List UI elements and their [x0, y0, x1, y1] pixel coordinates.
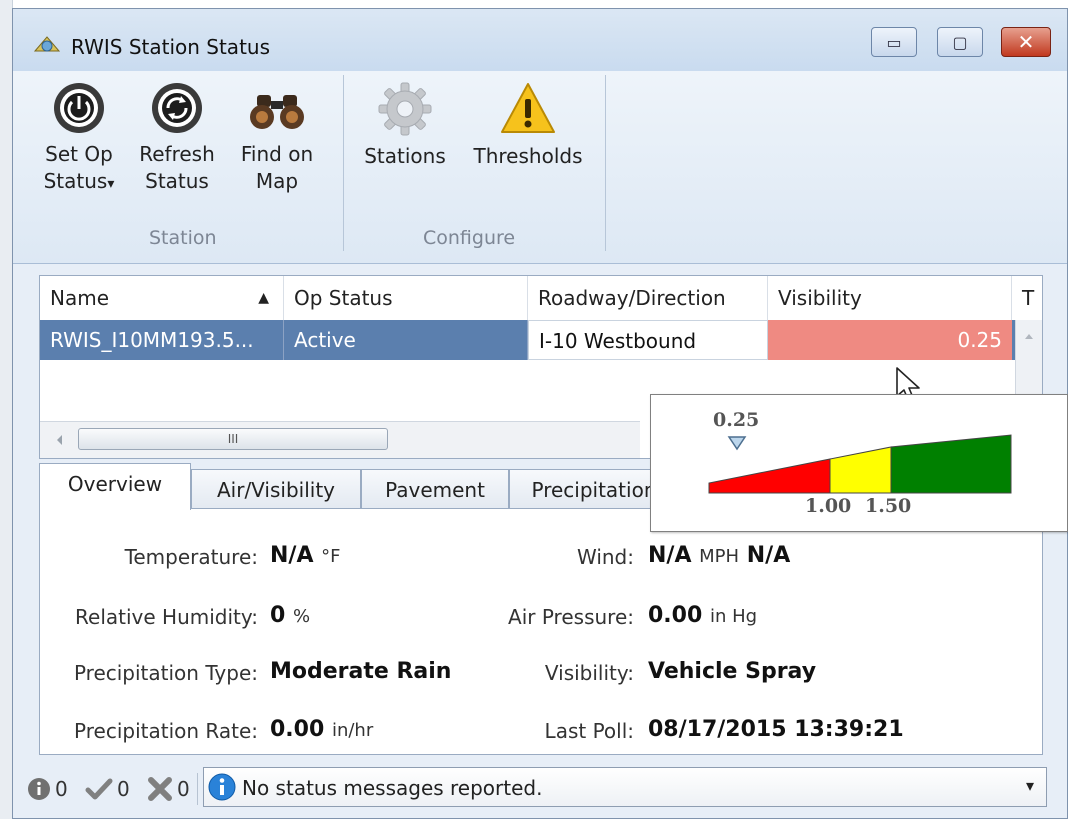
find-on-map-button[interactable]: Find on Map [235, 81, 319, 195]
wind-direction: N/A [746, 543, 791, 568]
app-icon [33, 36, 61, 52]
temperature-value: N/A °F [270, 543, 341, 568]
column-name-label: Name [50, 286, 110, 310]
column-header-visibility[interactable]: Visibility [768, 276, 1012, 320]
warning-icon [501, 83, 555, 133]
tab-air-visibility[interactable]: Air/Visibility [191, 469, 361, 509]
scroll-left-icon[interactable] [50, 422, 70, 458]
refresh-label1: Refresh [139, 142, 215, 166]
status-bar: 0 0 0 No status messages reported. ▾ [13, 761, 1067, 817]
precip-rate-label: Precipitation Rate: [74, 719, 258, 743]
tab-overview[interactable]: Overview [39, 463, 191, 510]
checkmark-icon[interactable] [85, 777, 113, 801]
find-on-map-label1: Find on [240, 142, 314, 166]
cell-station-name[interactable]: RWIS_I10MM193.5... [40, 320, 284, 360]
status-message: No status messages reported. [242, 776, 543, 800]
window-title: RWIS Station Status [71, 35, 271, 59]
precip-type-label: Precipitation Type: [73, 661, 258, 685]
wind-unit: MPH [699, 546, 740, 567]
precip-type-value: Moderate Rain [270, 659, 452, 684]
ok-count: 0 [117, 777, 130, 801]
binoculars-icon [250, 95, 304, 129]
ribbon-separator [343, 75, 344, 251]
close-button[interactable]: ✕ [1001, 27, 1051, 57]
column-header-truncated[interactable]: T [1012, 276, 1042, 320]
ribbon-separator [605, 75, 606, 251]
error-x-icon[interactable] [147, 777, 173, 801]
sort-ascending-icon: ▲ [258, 290, 269, 306]
temperature-unit: °F [321, 546, 341, 567]
last-poll-value: 08/17/2015 13:39:21 [648, 717, 904, 742]
info-blue-icon [208, 773, 236, 801]
ribbon: Set Op Status▾ Refresh Status Find on Ma… [13, 71, 1067, 264]
air-pressure-value: 0.00 in Hg [648, 603, 758, 628]
group-label-station: Station [149, 227, 217, 249]
thresholds-button[interactable]: Thresholds [465, 81, 591, 170]
air-pressure-unit: in Hg [709, 606, 758, 627]
stations-button[interactable]: Stations [355, 81, 455, 170]
cell-roadway[interactable]: I-10 Westbound [528, 320, 768, 360]
group-label-configure: Configure [423, 227, 516, 249]
current-value-label: 0.25 [713, 409, 760, 431]
info-count: 0 [55, 777, 68, 801]
minimize-button[interactable]: ▭ [871, 27, 917, 57]
air-pressure-label: Air Pressure: [508, 605, 634, 629]
last-poll-label: Last Poll: [544, 719, 634, 743]
set-op-status-button[interactable]: Set Op Status▾ [41, 81, 117, 198]
column-header-roadway[interactable]: Roadway/Direction [528, 276, 768, 320]
horizontal-scrollbar[interactable]: III [40, 421, 640, 458]
set-op-status-label1: Set Op [45, 142, 113, 166]
error-count: 0 [177, 777, 190, 801]
threshold-label-2: 1.50 [865, 495, 912, 517]
threshold-label-1: 1.00 [805, 495, 852, 517]
refresh-icon [152, 83, 202, 133]
humidity-label: Relative Humidity: [75, 605, 258, 629]
humidity-value: 0 % [270, 603, 311, 628]
threshold-scale [708, 434, 1012, 494]
temperature-label: Temperature: [124, 545, 258, 569]
stations-label: Stations [364, 144, 446, 168]
power-icon [54, 83, 104, 133]
gear-icon [378, 82, 432, 136]
set-op-status-label2: Status [43, 169, 108, 193]
visibility-value: Vehicle Spray [648, 659, 817, 684]
cell-visibility[interactable]: 0.25 [768, 320, 1012, 360]
precip-rate-value: 0.00 in/hr [270, 717, 374, 742]
thresholds-label: Thresholds [473, 144, 583, 168]
scroll-up-icon[interactable] [1016, 326, 1042, 346]
cell-op-status[interactable]: Active [284, 320, 528, 360]
refresh-label2: Status [145, 169, 209, 193]
wind-label: Wind: [576, 545, 634, 569]
dropdown-arrow-icon: ▾ [107, 176, 115, 192]
tab-pavement[interactable]: Pavement [361, 469, 509, 509]
info-icon[interactable] [27, 777, 51, 801]
horizontal-scroll-thumb[interactable]: III [78, 428, 388, 450]
overview-panel: Temperature: N/A °F Wind: N/A MPH N/A Re… [39, 508, 1043, 755]
humidity-unit: % [292, 606, 311, 627]
wind-value: N/A MPH N/A [648, 543, 791, 568]
column-header-op-status[interactable]: Op Status [284, 276, 528, 320]
refresh-status-button[interactable]: Refresh Status [137, 81, 217, 195]
precip-rate-unit: in/hr [331, 720, 374, 741]
dropdown-arrow-icon[interactable]: ▾ [1026, 776, 1034, 795]
find-on-map-label2: Map [255, 169, 299, 193]
maximize-button[interactable]: ▢ [937, 27, 983, 57]
visibility-label: Visibility: [544, 661, 634, 685]
threshold-tooltip: 0.25 1.00 1.50 [650, 394, 1068, 532]
status-message-dropdown[interactable]: No status messages reported. ▾ [203, 767, 1047, 807]
status-separator [197, 773, 198, 805]
column-header-name[interactable]: Name ▲ [40, 276, 284, 320]
title-bar: RWIS Station Status ▭ ▢ ✕ [13, 9, 1067, 71]
